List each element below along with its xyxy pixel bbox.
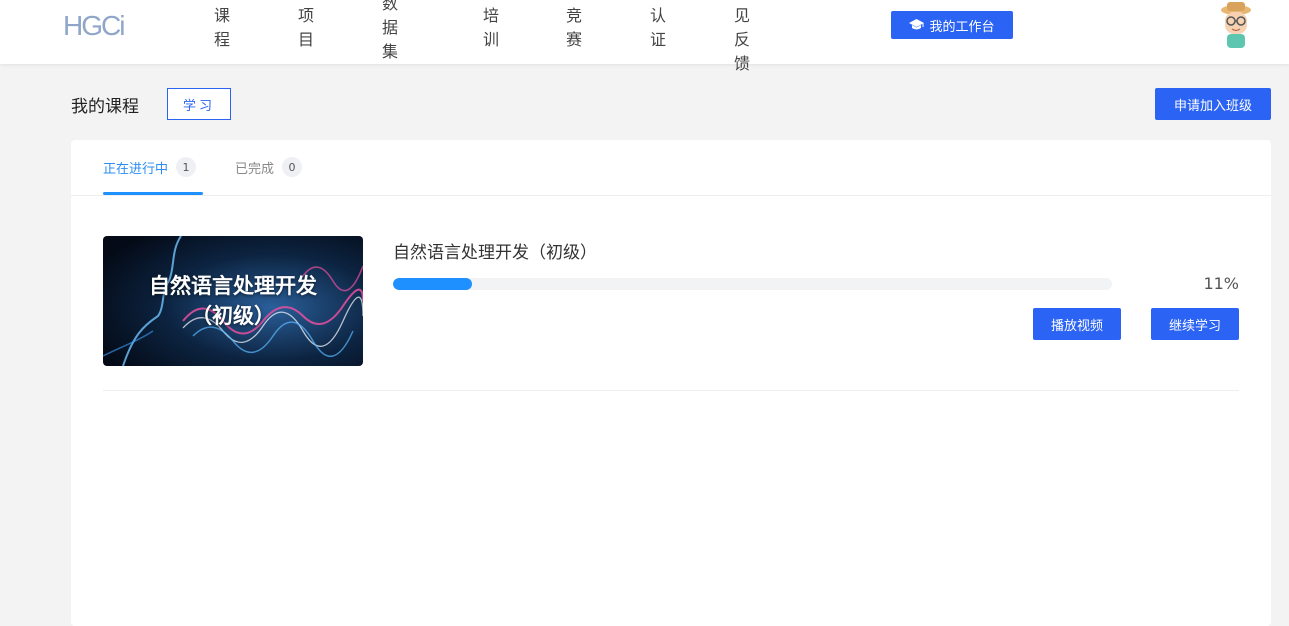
- play-video-button[interactable]: 播放视频: [1033, 308, 1121, 340]
- course-title[interactable]: 自然语言处理开发（初级）: [393, 238, 597, 263]
- course-progress-text: 11%: [1203, 274, 1239, 293]
- thumb-line-1: 自然语言处理开发: [149, 274, 317, 298]
- hgci-logo[interactable]: HGCi: [63, 10, 135, 40]
- tab-in-progress-label: 正在进行中: [103, 161, 169, 177]
- nav-training[interactable]: 培训: [483, 2, 499, 50]
- course-status-tabs: 正在进行中 1 已完成 0: [71, 140, 1271, 196]
- nav-projects[interactable]: 项目: [298, 2, 314, 50]
- active-tab-indicator: [103, 192, 203, 195]
- user-avatar[interactable]: [1215, 0, 1257, 50]
- nav-courses[interactable]: 课程: [214, 2, 230, 50]
- tab-in-progress-count: 1: [176, 157, 197, 177]
- thumb-line-2: （初级）: [191, 304, 275, 328]
- graduation-cap-icon: [909, 19, 925, 30]
- course-progress-fill: [393, 278, 473, 290]
- course-progress-bar: [393, 278, 1112, 290]
- join-class-button[interactable]: 申请加入班级: [1155, 88, 1271, 120]
- nav-feedback[interactable]: 意见反馈: [734, 0, 750, 74]
- nav-certification[interactable]: 认证: [650, 2, 666, 50]
- logo-text: HGCi: [63, 10, 124, 40]
- workbench-label: 我的工作台: [929, 19, 995, 35]
- nav-competitions[interactable]: 竞赛: [566, 2, 582, 50]
- course-card-panel: 正在进行中 1 已完成 0 自然语言处理开发 （初级） 自然语言处理开发（初级）…: [71, 140, 1271, 626]
- tab-completed-label: 已完成: [235, 161, 275, 177]
- continue-learning-button[interactable]: 继续学习: [1151, 308, 1239, 340]
- course-thumbnail[interactable]: 自然语言处理开发 （初级）: [103, 236, 363, 366]
- tab-completed-count: 0: [282, 157, 303, 177]
- tab-in-progress[interactable]: 正在进行中 1: [103, 157, 197, 177]
- page-title: 我的课程: [71, 97, 139, 117]
- course-thumbnail-caption: 自然语言处理开发 （初级）: [103, 236, 363, 366]
- top-header: HGCi 课程 项目 数据集 培训 竞赛 认证 意见反馈 我的工作台: [0, 0, 1289, 73]
- course-item: 自然语言处理开发 （初级） 自然语言处理开发（初级） 11% 播放视频 继续学习: [103, 236, 1239, 391]
- my-workbench-button[interactable]: 我的工作台: [891, 11, 1013, 39]
- nav-datasets[interactable]: 数据集: [382, 0, 398, 62]
- study-tab-button[interactable]: 学习: [167, 88, 231, 120]
- tab-completed[interactable]: 已完成 0: [235, 157, 303, 177]
